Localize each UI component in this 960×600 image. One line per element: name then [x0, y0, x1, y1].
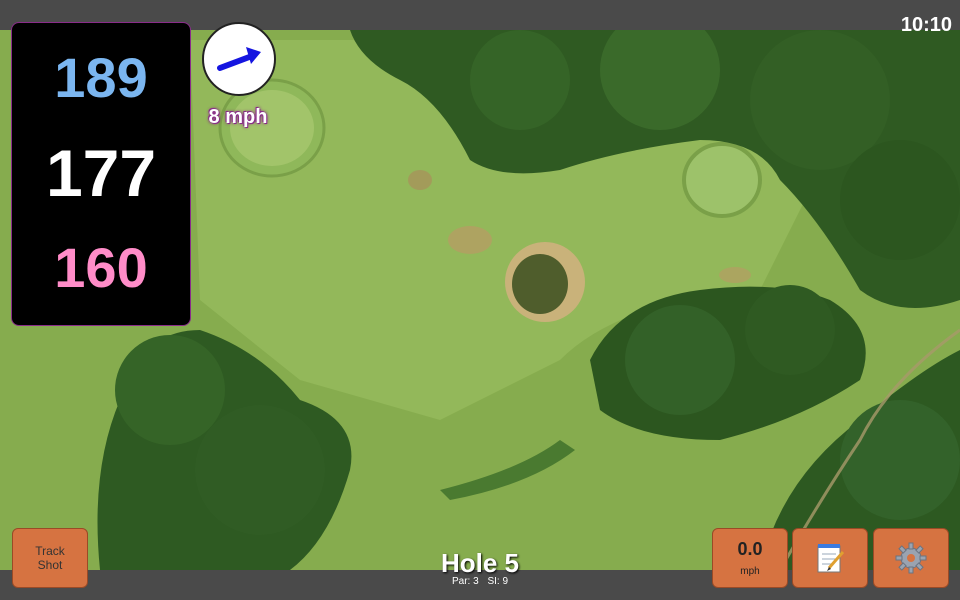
speed-button[interactable]: 0.0 mph — [712, 528, 788, 588]
front-distance: 160 — [54, 236, 148, 299]
hole-title: Hole 5 — [440, 548, 520, 578]
middle-distance: 177 — [45, 136, 157, 210]
wind-arrow-icon — [217, 47, 261, 71]
status-time: 10:10 — [900, 14, 952, 36]
wind-direction-indicator — [202, 22, 276, 96]
track-shot-label-line2: Shot — [37, 558, 63, 572]
notes-button[interactable] — [792, 528, 868, 588]
gear-icon — [895, 542, 927, 574]
wind-speed-label: 8 mph — [208, 106, 268, 128]
speed-value: 0.0 — [737, 539, 763, 559]
hole-par: Par: 3 — [451, 576, 479, 587]
hole-info: Par: 3 SI: 9 — [380, 576, 580, 587]
track-shot-button[interactable]: Track Shot — [12, 528, 88, 588]
track-shot-label-line1: Track — [35, 544, 65, 558]
distance-panel: 189 177 160 — [11, 22, 191, 326]
hole-stroke-index: SI: 9 — [487, 576, 509, 587]
notepad-icon — [817, 544, 845, 573]
speed-unit: mph — [740, 566, 760, 577]
back-distance: 189 — [54, 46, 148, 109]
settings-button[interactable] — [873, 528, 949, 588]
